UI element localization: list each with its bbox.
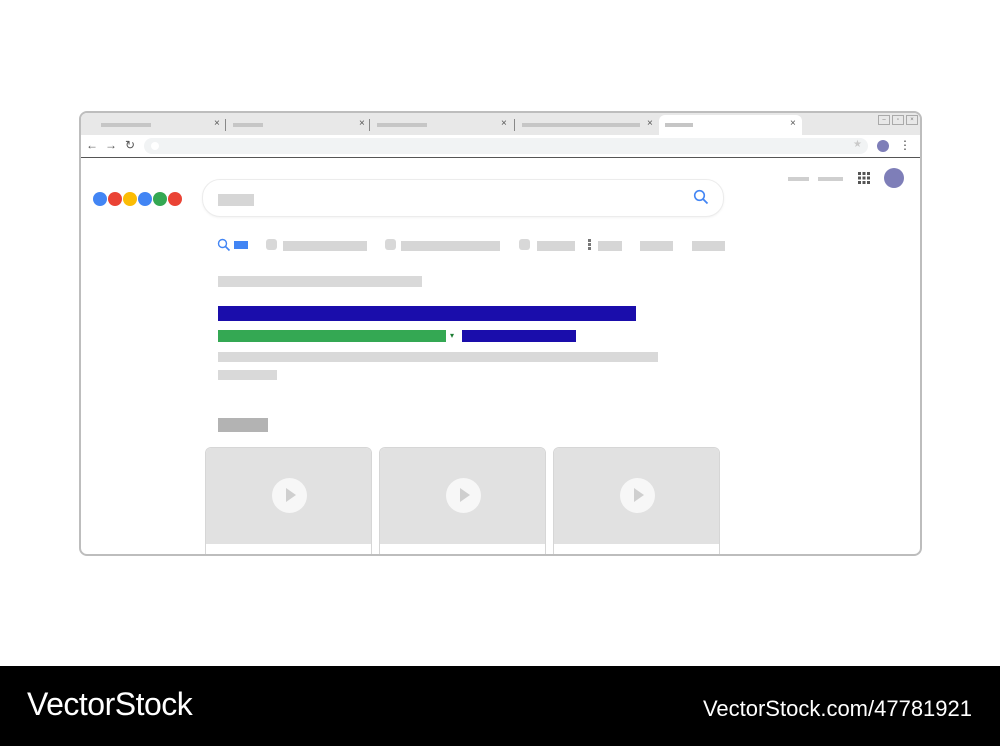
- result-title-link[interactable]: [218, 306, 636, 321]
- watermark-logo: VectorStock: [27, 686, 193, 722]
- browser-window: × × × × × – ▫ × ← → ↻ ★ ⋮ ▾: [79, 111, 922, 556]
- tab-strip: × × × × × – ▫ ×: [81, 113, 920, 135]
- result-url[interactable]: [218, 330, 446, 342]
- close-icon[interactable]: ×: [906, 115, 918, 125]
- video-thumbnail: [206, 448, 371, 544]
- tab-all[interactable]: [217, 238, 249, 253]
- video-thumbnail: [380, 448, 545, 544]
- play-icon[interactable]: [446, 478, 481, 513]
- browser-profile-avatar[interactable]: [877, 140, 889, 152]
- site-info-icon[interactable]: [151, 142, 159, 150]
- back-icon[interactable]: ←: [86, 138, 98, 152]
- minimize-icon[interactable]: –: [878, 115, 890, 125]
- result-secondary-link[interactable]: [462, 330, 576, 342]
- browser-tab-3[interactable]: ×: [371, 115, 515, 135]
- query-text-placeholder: [218, 194, 254, 206]
- tab-settings[interactable]: [640, 239, 673, 253]
- play-icon[interactable]: [620, 478, 655, 513]
- tab-separator: [369, 119, 370, 131]
- address-bar[interactable]: ★: [144, 138, 868, 154]
- logo-dot: [168, 192, 182, 206]
- browser-tab-active[interactable]: ×: [659, 115, 802, 135]
- videos-icon: [385, 239, 396, 250]
- tab-images[interactable]: [266, 239, 368, 253]
- images-icon: [266, 239, 277, 250]
- tab-close-icon[interactable]: ×: [501, 118, 507, 130]
- forward-icon[interactable]: →: [105, 138, 117, 152]
- tab-more[interactable]: [587, 239, 623, 253]
- browser-tab-2[interactable]: ×: [227, 115, 370, 135]
- search-logo[interactable]: [93, 192, 182, 206]
- logo-dot: [93, 192, 107, 206]
- tab-title-placeholder: [665, 123, 693, 127]
- video-card[interactable]: [379, 447, 546, 554]
- tab-close-icon[interactable]: ×: [647, 118, 653, 130]
- search-icon[interactable]: [693, 189, 709, 205]
- restore-icon[interactable]: ▫: [892, 115, 904, 125]
- video-card[interactable]: [205, 447, 372, 554]
- tab-close-icon[interactable]: ×: [214, 118, 220, 130]
- browser-toolbar: ← → ↻ ★ ⋮: [81, 135, 920, 158]
- tab-label-placeholder: [537, 241, 575, 251]
- tab-close-icon[interactable]: ×: [790, 118, 796, 130]
- tab-label-placeholder: [640, 241, 673, 251]
- video-card[interactable]: [553, 447, 720, 554]
- result-snippet-line: [218, 370, 277, 380]
- watermark-id: VectorStock.com/47781921: [702, 696, 972, 721]
- tab-label-placeholder: [283, 241, 367, 251]
- more-vert-icon: [588, 239, 591, 250]
- tab-title-placeholder: [233, 123, 263, 127]
- tab-news[interactable]: [519, 239, 576, 253]
- watermark-bar: VectorStock VectorStock.com/47781921: [0, 666, 1000, 746]
- tab-label-placeholder: [598, 241, 622, 251]
- tab-tools[interactable]: [692, 239, 725, 253]
- tab-label-placeholder: [692, 241, 725, 251]
- logo-dot: [153, 192, 167, 206]
- reload-icon[interactable]: ↻: [125, 138, 135, 152]
- account-avatar[interactable]: [884, 168, 904, 188]
- apps-grid-icon[interactable]: [858, 172, 870, 184]
- header-link-placeholder[interactable]: [788, 177, 809, 181]
- header-link-placeholder[interactable]: [818, 177, 843, 181]
- search-input[interactable]: [202, 179, 724, 217]
- tab-title-placeholder: [522, 123, 640, 127]
- videos-section-heading-placeholder: [218, 418, 268, 432]
- search-results-page: ▾: [81, 158, 920, 554]
- tab-separator: [514, 119, 515, 131]
- video-thumbnail: [554, 448, 719, 544]
- browser-tab-1[interactable]: ×: [81, 115, 226, 135]
- logo-dot: [108, 192, 122, 206]
- url-dropdown-icon[interactable]: ▾: [450, 331, 454, 341]
- logo-dot: [123, 192, 137, 206]
- tab-label-placeholder: [234, 241, 248, 249]
- tab-title-placeholder: [101, 123, 151, 127]
- tab-close-icon[interactable]: ×: [359, 118, 365, 130]
- search-icon: [217, 238, 231, 252]
- bookmark-star-icon[interactable]: ★: [853, 139, 862, 150]
- tab-label-placeholder: [401, 241, 500, 251]
- news-icon: [519, 239, 530, 250]
- tab-videos[interactable]: [385, 239, 501, 253]
- tab-separator: [225, 119, 226, 131]
- browser-tab-4[interactable]: ×: [516, 115, 659, 135]
- result-snippet-line: [218, 352, 658, 362]
- logo-dot: [138, 192, 152, 206]
- window-controls: – ▫ ×: [878, 115, 918, 125]
- tab-title-placeholder: [377, 123, 427, 127]
- result-stats-placeholder: [218, 276, 422, 287]
- browser-menu-icon[interactable]: ⋮: [899, 138, 911, 152]
- play-icon[interactable]: [272, 478, 307, 513]
